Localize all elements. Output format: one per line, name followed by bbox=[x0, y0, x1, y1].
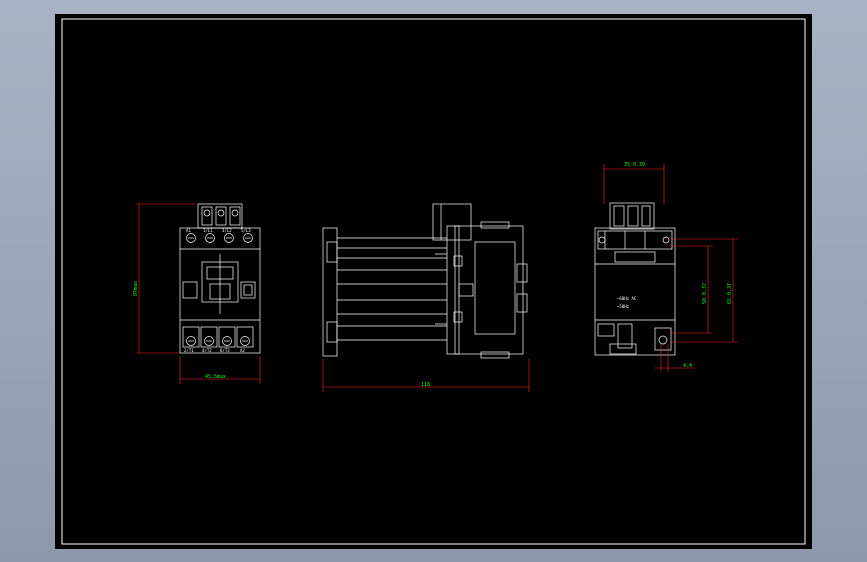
rating-label-line2: ~50Hz bbox=[617, 304, 630, 309]
drawing-frame bbox=[61, 18, 806, 545]
drawing-sheet: A1 1/L1 3/L2 5/L3 2/T1 4/T2 6/T3 A2 87ma… bbox=[55, 14, 812, 549]
terminal-label: A2 bbox=[240, 348, 245, 353]
cad-drawing: A1 1/L1 3/L2 5/L3 2/T1 4/T2 6/T3 A2 87ma… bbox=[61, 18, 806, 545]
terminal-label: 4/T2 bbox=[202, 348, 212, 353]
terminal-label: 5/L3 bbox=[241, 228, 251, 233]
mount-view bbox=[594, 202, 676, 356]
dim-offset: 4.4 bbox=[683, 363, 692, 369]
dim-rail-width: 35 0.39 bbox=[624, 162, 645, 168]
rating-label-line1: ~60Hz AC bbox=[617, 296, 637, 301]
terminal-label: 6/T3 bbox=[220, 348, 230, 353]
terminal-label: 1/L1 bbox=[203, 228, 213, 233]
terminal-label: 2/T1 bbox=[184, 348, 194, 353]
dim-width: 45.5max bbox=[205, 374, 226, 380]
side-view bbox=[322, 203, 528, 359]
dim-hole-spacing-b: 65 0.37 bbox=[727, 283, 733, 304]
dim-length: 118 bbox=[421, 382, 430, 388]
terminal-label: 3/L2 bbox=[222, 228, 232, 233]
dim-height: 87max bbox=[133, 281, 139, 296]
terminal-label: A1 bbox=[186, 228, 191, 233]
dim-hole-spacing-a: 50 0.37 bbox=[702, 283, 708, 304]
front-view bbox=[179, 203, 261, 354]
